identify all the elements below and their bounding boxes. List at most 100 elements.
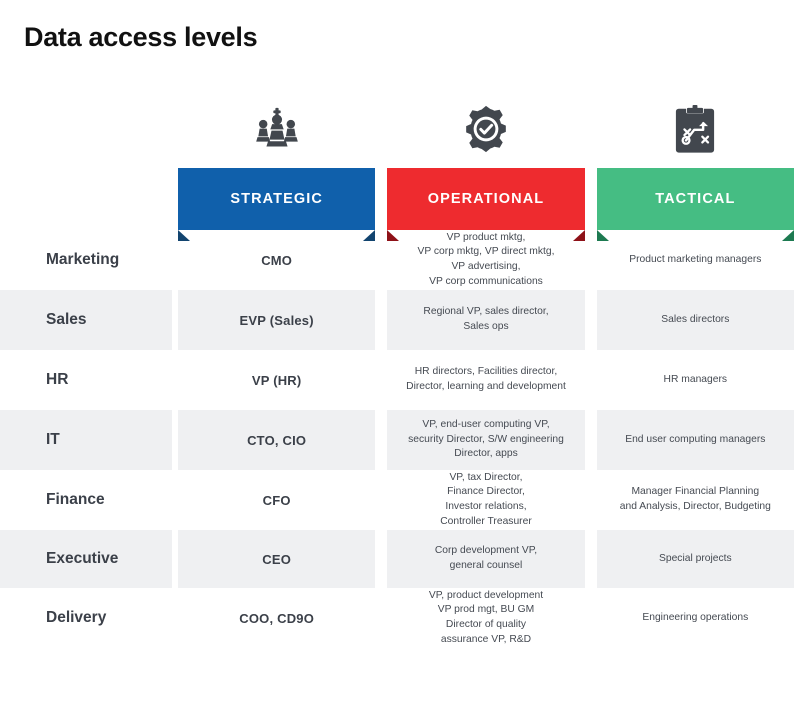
cell-text: Corp development VP, general counsel bbox=[435, 544, 537, 573]
page-title: Data access levels bbox=[24, 22, 258, 52]
banner-operational[interactable]: OPERATIONAL bbox=[387, 168, 585, 241]
cell-line: Special projects bbox=[658, 552, 732, 564]
cell-operational: Corp development VP, general counsel bbox=[381, 530, 591, 588]
table-row: Sales EVP (Sales) Regional VP, sales direc… bbox=[0, 290, 800, 350]
cell-text: Product marketing managers bbox=[629, 253, 761, 268]
column-icons-row bbox=[0, 90, 800, 168]
cell-text: HR managers bbox=[664, 373, 728, 388]
cell-line: Sales ops bbox=[463, 321, 509, 332]
banner-label-strategic: STRATEGIC bbox=[230, 191, 323, 207]
cell-line: VP (HR) bbox=[251, 372, 302, 388]
table-row: Marketing CMO VP product mktg, VP corp mktg… bbox=[0, 230, 800, 290]
banner-fold-right bbox=[781, 230, 794, 241]
banner-fold-left bbox=[387, 230, 400, 241]
banner-fold-right bbox=[363, 230, 376, 241]
cell-operational: VP product mktg, VP corp mktg, VP direct … bbox=[381, 230, 591, 290]
cell-line: general counsel bbox=[449, 560, 523, 571]
cell-text: Regional VP, sales director, Sales ops bbox=[423, 305, 548, 334]
cell-line: End user computing managers bbox=[625, 433, 766, 445]
cell-line: Corp development VP, bbox=[434, 545, 538, 557]
cell-operational: VP, end-user computing VP, security Direc… bbox=[381, 410, 591, 470]
cell-text: EVP (Sales) bbox=[240, 313, 314, 328]
cell-strategic: COO, CD9O bbox=[172, 588, 382, 648]
row-label-it: IT bbox=[0, 410, 172, 470]
cell-strategic: CMO bbox=[172, 230, 382, 290]
cell-text: CEO bbox=[262, 552, 291, 567]
banner-label-tactical: TACTICAL bbox=[655, 191, 736, 207]
header-cell-operational: OPERATIONAL bbox=[381, 168, 590, 241]
cell-line: VP corp communications bbox=[429, 275, 543, 287]
cell-tactical: Special projects bbox=[590, 530, 800, 588]
cell-text: Special projects bbox=[659, 552, 732, 567]
cell-text: Manager Financial Planning and Analysis, … bbox=[620, 485, 771, 514]
row-label-finance: Finance bbox=[0, 470, 172, 530]
cell-text: Sales directors bbox=[661, 313, 729, 328]
cell-line: VP, tax Director, bbox=[449, 471, 523, 483]
cell-operational: VP, product development VP prod mgt, BU G… bbox=[381, 588, 591, 648]
cell-line: Regional VP, sales director, bbox=[423, 306, 549, 318]
cell-line: VP advertising, bbox=[451, 261, 521, 272]
banner-fold-right bbox=[572, 230, 585, 241]
cell-text: COO, CD9O bbox=[239, 611, 314, 626]
cell-line: Investor relations, bbox=[445, 501, 527, 512]
infographic-page: Data access levels STRATEGIC OPERATIONAL… bbox=[0, 0, 800, 701]
cell-line: security Director, S/W engineering bbox=[408, 433, 564, 445]
cell-strategic: EVP (Sales) bbox=[172, 290, 382, 350]
column-icon-tactical bbox=[591, 90, 800, 168]
cell-text: Engineering operations bbox=[642, 611, 748, 626]
cell-tactical: Sales directors bbox=[590, 290, 800, 350]
table-row: Delivery COO, CD9O VP, product development… bbox=[0, 588, 800, 648]
row-label-delivery: Delivery bbox=[0, 588, 172, 648]
table-row: IT CTO, CIO VP, end-user computing VP, secu… bbox=[0, 410, 800, 470]
banner-tactical[interactable]: TACTICAL bbox=[596, 168, 794, 241]
cell-strategic: CTO, CIO bbox=[172, 410, 382, 470]
cell-operational: VP, tax Director, Finance Director, Invest… bbox=[381, 470, 591, 530]
matrix-body: Marketing CMO VP product mktg, VP corp mktg… bbox=[0, 230, 800, 648]
cell-line: Manager Financial Planning bbox=[631, 486, 760, 498]
cell-text: End user computing managers bbox=[625, 433, 765, 448]
cell-tactical: Product marketing managers bbox=[590, 230, 800, 290]
column-icon-strategic bbox=[172, 90, 381, 168]
cell-strategic: CFO bbox=[172, 470, 382, 530]
cell-text: VP product mktg, VP corp mktg, VP direct … bbox=[418, 231, 555, 289]
cell-tactical: End user computing managers bbox=[590, 410, 800, 470]
cell-strategic: CEO bbox=[172, 530, 382, 588]
cell-text: HR directors, Facilities director, Direct… bbox=[406, 365, 566, 394]
cell-line: VP product mktg, bbox=[446, 231, 526, 243]
cell-line: Sales directors bbox=[661, 313, 730, 325]
access-levels-matrix: STRATEGIC OPERATIONAL TACTICAL Marketing… bbox=[0, 90, 800, 648]
chess-pieces-icon bbox=[251, 103, 303, 155]
row-label-marketing: Marketing bbox=[0, 230, 172, 290]
row-label-sales: Sales bbox=[0, 290, 172, 350]
banner-label-operational: OPERATIONAL bbox=[427, 191, 545, 207]
cell-strategic: VP (HR) bbox=[172, 350, 382, 410]
cell-line: CTO, CIO bbox=[247, 432, 307, 448]
column-icon-operational bbox=[381, 90, 590, 168]
cell-line: VP, product development bbox=[428, 589, 544, 601]
cell-line: Controller Treasurer bbox=[440, 515, 532, 527]
cell-text: VP, end-user computing VP, security Direc… bbox=[408, 418, 564, 462]
cell-line: COO, CD9O bbox=[239, 610, 315, 626]
header-cell-tactical: TACTICAL bbox=[591, 168, 800, 241]
cell-operational: HR directors, Facilities director, Direct… bbox=[381, 350, 591, 410]
column-headers-row: STRATEGIC OPERATIONAL TACTICAL bbox=[0, 168, 800, 241]
banner-fold-left bbox=[596, 230, 609, 241]
cell-line: CEO bbox=[262, 551, 292, 567]
banner-strategic[interactable]: STRATEGIC bbox=[178, 168, 376, 241]
table-row: HR VP (HR) HR directors, Facilities direct… bbox=[0, 350, 800, 410]
clipboard-strategy-icon bbox=[671, 103, 719, 155]
cell-line: VP, end-user computing VP, bbox=[422, 419, 550, 431]
header-cell-strategic: STRATEGIC bbox=[172, 168, 381, 241]
cell-line: CFO bbox=[262, 492, 291, 508]
cell-text: CFO bbox=[263, 493, 291, 508]
cell-line: Engineering operations bbox=[642, 611, 749, 623]
header-row-spacer bbox=[0, 168, 172, 230]
cell-line: Finance Director, bbox=[447, 486, 525, 498]
banner-fold-left bbox=[178, 230, 190, 241]
row-label-hr: HR bbox=[0, 350, 172, 410]
cell-line: Director, learning and development bbox=[406, 381, 566, 392]
cell-text: VP, tax Director, Finance Director, Invest… bbox=[440, 471, 532, 529]
cell-line: assurance VP, R&D bbox=[440, 633, 532, 645]
cell-text: VP, product development VP prod mgt, BU G… bbox=[429, 589, 543, 647]
cell-text: VP (HR) bbox=[252, 373, 302, 388]
